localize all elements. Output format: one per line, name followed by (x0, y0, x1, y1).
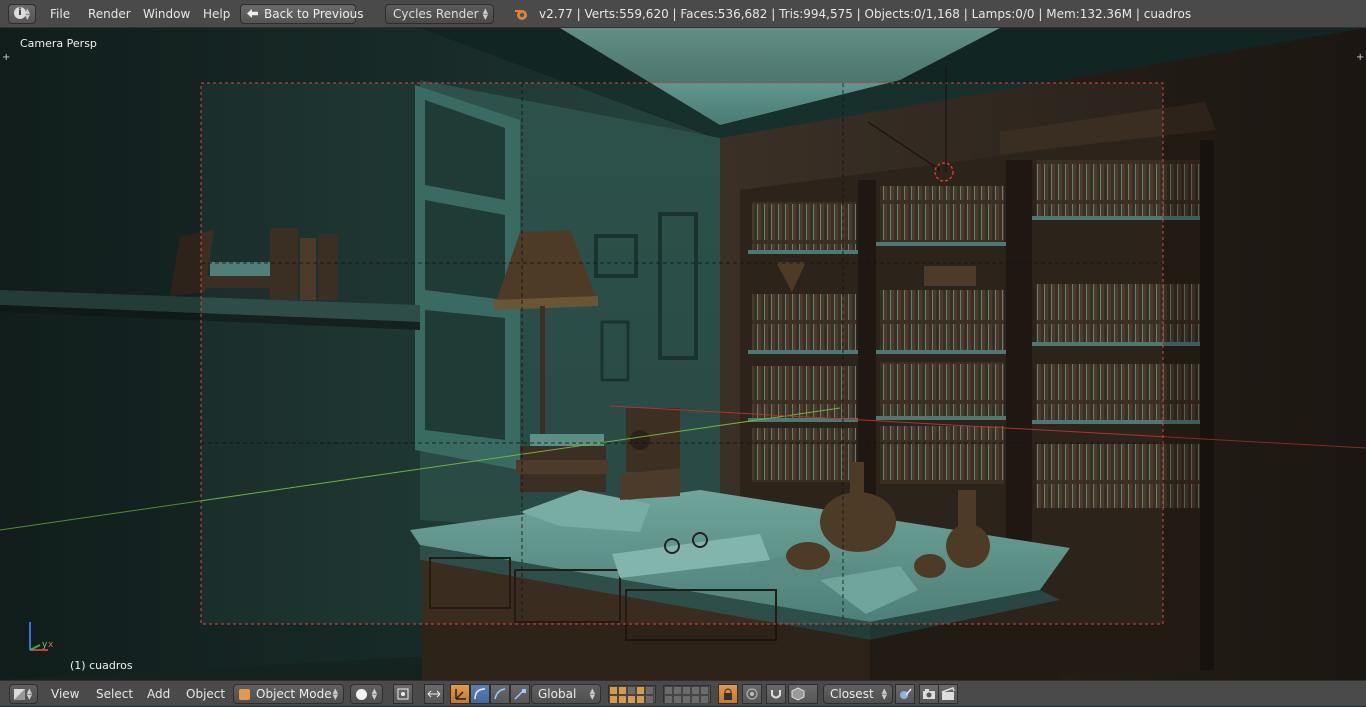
manipulator-icon (427, 690, 441, 698)
axis-gizmo: y x (22, 618, 58, 658)
rotate-icon (474, 688, 486, 700)
scene-layers-group-2[interactable] (663, 685, 711, 704)
layer-toggle[interactable] (682, 686, 691, 695)
scene-stats: v2.77 | Verts:559,620 | Faces:536,682 | … (539, 7, 1192, 21)
layer-toggle[interactable] (691, 686, 700, 695)
axis-x-label: x (48, 640, 54, 650)
layer-toggle[interactable] (664, 695, 673, 704)
camera-icon (923, 689, 935, 699)
shading-solid-icon (356, 689, 367, 700)
lock-camera-button[interactable] (718, 684, 738, 704)
menu-view[interactable]: View (51, 681, 79, 707)
scale-icon (514, 689, 526, 700)
transform-orientation-select[interactable]: Global ▲ ▼ (531, 684, 601, 704)
layer-toggle[interactable] (618, 686, 627, 695)
axis-y-label: y (42, 640, 48, 650)
menu-select[interactable]: Select (96, 681, 133, 707)
chevron-updown-icon: ▲ ▼ (371, 687, 377, 701)
layer-toggle[interactable] (673, 686, 682, 695)
layer-toggle[interactable] (627, 695, 636, 704)
layer-toggle[interactable] (609, 686, 618, 695)
active-object-label: (1) cuadros (70, 659, 133, 672)
chevron-updown-icon: ▲ ▼ (332, 687, 338, 701)
snap-element-select[interactable] (788, 684, 818, 704)
back-to-previous-label: Back to Previous (264, 7, 364, 21)
scene-render: + + (0, 28, 1366, 680)
snap-target-select[interactable]: Closest ▲ ▼ (823, 684, 893, 704)
arc-icon (494, 688, 506, 700)
layer-toggle[interactable] (700, 695, 709, 704)
layer-toggle[interactable] (645, 695, 654, 704)
menu-add[interactable]: Add (147, 681, 170, 707)
chevron-updown-icon: ▲ ▼ (482, 7, 488, 21)
info-header: i ▲ ▼ File Render Window Help Back to Pre… (0, 0, 1366, 28)
layer-toggle[interactable] (673, 695, 682, 704)
svg-text:+: + (2, 52, 10, 63)
view-name-label: Camera Persp (20, 37, 97, 50)
translate-arrows-icon (455, 689, 466, 700)
render-engine-select[interactable]: Cycles Render ▲ ▼ (385, 4, 494, 24)
proportional-edit-icon (746, 688, 758, 700)
menu-object[interactable]: Object (186, 681, 225, 707)
manipulator-toggle[interactable] (424, 684, 444, 704)
3d-viewport[interactable]: + + Camera Persp (1) cuadros y x (0, 28, 1366, 680)
render-opengl-button[interactable] (919, 684, 939, 704)
clapperboard-icon (941, 687, 955, 700)
layer-toggle[interactable] (700, 686, 709, 695)
layer-toggle[interactable] (627, 686, 636, 695)
layer-toggle[interactable] (691, 695, 700, 704)
chevron-updown-icon: ▲ ▼ (589, 687, 595, 701)
snap-target-label: Closest (830, 687, 874, 701)
menu-render[interactable]: Render (88, 0, 131, 28)
pivot-point-button[interactable] (393, 684, 413, 704)
snap-toggle[interactable] (766, 684, 786, 704)
back-arrow-icon (247, 9, 258, 18)
layer-toggle[interactable] (682, 695, 691, 704)
viewport-shading-select[interactable]: ▲ ▼ (350, 684, 383, 704)
snap-align-rotation-button[interactable] (895, 684, 915, 704)
layer-toggle[interactable] (636, 686, 645, 695)
3d-view-header: ▲ ▼ View Select Add Object Object Mode ▲ ▼… (0, 680, 1366, 706)
menu-help[interactable]: Help (203, 0, 230, 28)
lock-icon (724, 688, 732, 700)
cube-icon (14, 689, 25, 700)
chevron-updown-icon: ▲ ▼ (881, 687, 887, 701)
magnet-icon (771, 690, 781, 699)
proportional-edit-button[interactable] (742, 684, 762, 704)
layer-toggle[interactable] (618, 695, 627, 704)
mode-select[interactable]: Object Mode ▲ ▼ (233, 684, 344, 704)
blender-logo-icon (514, 7, 528, 21)
object-mode-icon (239, 689, 250, 700)
mode-label: Object Mode (256, 687, 332, 701)
layer-toggle[interactable] (664, 686, 673, 695)
render-animation-button[interactable] (938, 684, 958, 704)
svg-text:+: + (1356, 52, 1364, 63)
menu-window[interactable]: Window (143, 0, 190, 28)
editor-type-button[interactable]: ▲ ▼ (9, 684, 38, 704)
transform-manipulator-button[interactable] (510, 684, 530, 704)
align-rotation-icon (900, 688, 912, 699)
orientation-label: Global (538, 687, 577, 701)
scene-layers-group-1[interactable] (608, 685, 656, 704)
chevron-updown-icon: ▲ ▼ (24, 7, 30, 21)
snap-cube-icon (791, 687, 805, 701)
layer-toggle[interactable] (636, 695, 645, 704)
back-to-previous-button[interactable]: Back to Previous (240, 4, 364, 24)
layer-toggle[interactable] (609, 695, 618, 704)
editor-type-button[interactable]: i ▲ ▼ (8, 4, 36, 24)
chevron-updown-icon: ▲ ▼ (26, 687, 32, 701)
menu-file[interactable]: File (50, 0, 70, 28)
scale-manipulator-button[interactable] (490, 684, 510, 704)
translate-manipulator-button[interactable] (450, 684, 470, 704)
layer-toggle[interactable] (645, 686, 654, 695)
render-engine-label: Cycles Render (393, 7, 479, 21)
pivot-icon (397, 688, 409, 700)
rotate-manipulator-button[interactable] (470, 684, 490, 704)
